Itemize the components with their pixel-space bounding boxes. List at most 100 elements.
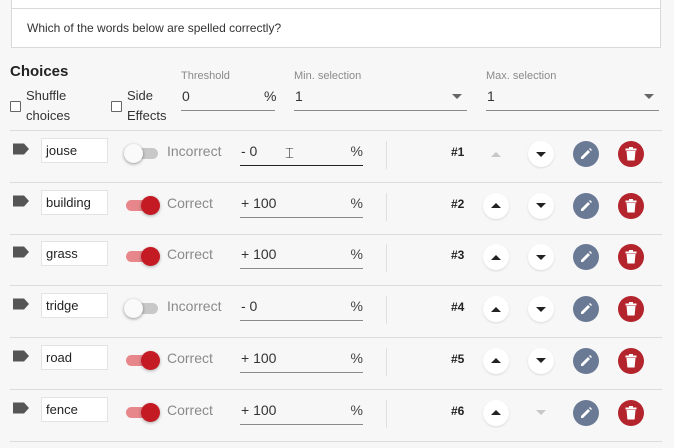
side-effects-checkbox[interactable]: Side Effects bbox=[111, 86, 181, 126]
choice-row: jouse Incorrect - 0 % ⌶ #1 bbox=[10, 131, 662, 183]
delete-button[interactable] bbox=[618, 192, 644, 219]
choice-row: grass Correct + 100 % #3 bbox=[10, 234, 662, 287]
tag-icon bbox=[13, 402, 29, 413]
threshold-value[interactable]: 0 bbox=[182, 88, 190, 104]
pencil-icon bbox=[581, 303, 592, 315]
correct-toggle[interactable] bbox=[124, 246, 160, 267]
toggle-thumb[interactable] bbox=[141, 350, 160, 370]
move-down-button[interactable] bbox=[528, 296, 554, 323]
move-down-button[interactable] bbox=[528, 347, 554, 374]
choice-word-input[interactable]: fence bbox=[41, 396, 108, 422]
column-divider bbox=[386, 244, 387, 273]
column-divider bbox=[386, 347, 387, 376]
max-selection-label: Max. selection bbox=[486, 70, 557, 82]
choice-word-input[interactable]: grass bbox=[41, 241, 108, 267]
pencil-icon bbox=[581, 406, 592, 418]
score-value[interactable]: + 100 bbox=[241, 195, 276, 211]
choice-word-input[interactable]: jouse bbox=[41, 138, 108, 163]
correct-toggle[interactable] bbox=[124, 298, 160, 319]
pencil-icon bbox=[581, 199, 592, 211]
text-cursor-icon: ⌶ bbox=[285, 144, 295, 162]
move-down-button[interactable] bbox=[528, 244, 554, 271]
delete-button[interactable] bbox=[618, 399, 644, 426]
score-input[interactable]: + 100 % bbox=[240, 400, 363, 427]
shuffle-choices-checkbox[interactable]: Shuffle choices bbox=[10, 86, 80, 126]
edit-button[interactable] bbox=[573, 244, 599, 271]
choice-word-input[interactable]: road bbox=[41, 344, 108, 370]
score-input[interactable]: - 0 % bbox=[240, 296, 363, 323]
toggle-thumb[interactable] bbox=[141, 402, 160, 422]
score-unit: % bbox=[350, 298, 363, 315]
max-selection-underline bbox=[486, 110, 659, 111]
correct-toggle[interactable] bbox=[124, 402, 160, 422]
shuffle-checkbox-box[interactable] bbox=[10, 101, 21, 112]
correctness-label: Correct bbox=[167, 349, 213, 366]
score-value[interactable]: + 100 bbox=[241, 246, 276, 262]
trash-icon bbox=[625, 250, 637, 264]
edit-button[interactable] bbox=[573, 399, 599, 426]
shuffle-choices-label: Shuffle choices bbox=[26, 88, 71, 123]
score-underline bbox=[240, 423, 363, 425]
move-down-button[interactable] bbox=[528, 400, 554, 426]
tag-icon bbox=[13, 195, 29, 207]
choice-word-input[interactable]: building bbox=[41, 189, 108, 215]
toggle-thumb[interactable] bbox=[141, 247, 160, 267]
score-underline bbox=[240, 268, 363, 270]
edit-button[interactable] bbox=[573, 347, 599, 374]
correct-toggle[interactable] bbox=[124, 143, 160, 163]
side-effects-label: Side Effects bbox=[127, 88, 167, 123]
chevron-down-icon[interactable] bbox=[452, 94, 462, 99]
column-divider bbox=[386, 192, 387, 221]
score-underline bbox=[240, 216, 363, 218]
move-down-button[interactable] bbox=[528, 192, 554, 219]
edit-button[interactable] bbox=[573, 141, 599, 167]
choice-number: #2 bbox=[451, 196, 465, 211]
delete-button[interactable] bbox=[618, 347, 644, 374]
score-input[interactable]: + 100 % bbox=[240, 348, 363, 375]
delete-button[interactable] bbox=[618, 141, 644, 167]
move-up-button[interactable] bbox=[483, 244, 509, 271]
score-value[interactable]: - 0 bbox=[241, 143, 257, 159]
threshold-unit: % bbox=[264, 88, 277, 104]
move-up-button[interactable] bbox=[483, 347, 509, 374]
row-divider bbox=[10, 440, 662, 442]
correct-toggle[interactable] bbox=[124, 195, 160, 215]
max-selection-value[interactable]: 1 bbox=[487, 88, 495, 104]
score-value[interactable]: + 100 bbox=[241, 402, 276, 418]
tag-icon bbox=[13, 350, 29, 362]
arrow-down-icon bbox=[536, 151, 546, 157]
arrow-down-icon bbox=[536, 306, 546, 312]
move-up-button[interactable] bbox=[483, 296, 509, 323]
arrow-down-icon bbox=[536, 410, 546, 415]
move-up-button[interactable] bbox=[483, 192, 509, 219]
pencil-icon bbox=[581, 251, 592, 263]
chevron-down-icon[interactable] bbox=[644, 94, 654, 99]
choice-number: #6 bbox=[451, 403, 465, 418]
trash-icon bbox=[625, 405, 637, 419]
score-value[interactable]: - 0 bbox=[241, 298, 257, 314]
move-up-button[interactable] bbox=[483, 399, 509, 426]
toggle-thumb[interactable] bbox=[124, 299, 143, 319]
toggle-thumb[interactable] bbox=[124, 144, 143, 163]
correct-toggle[interactable] bbox=[124, 350, 160, 370]
choice-number: #4 bbox=[451, 300, 465, 315]
side-effects-checkbox-box[interactable] bbox=[111, 101, 122, 112]
score-unit: % bbox=[350, 401, 363, 418]
trash-icon bbox=[625, 198, 637, 213]
toggle-thumb[interactable] bbox=[141, 195, 160, 215]
move-down-button[interactable] bbox=[528, 141, 554, 167]
score-input[interactable]: + 100 % bbox=[240, 244, 363, 271]
score-value[interactable]: + 100 bbox=[241, 350, 276, 366]
delete-button[interactable] bbox=[618, 296, 644, 323]
threshold-label: Threshold bbox=[181, 70, 230, 82]
choice-word-input[interactable]: tridge bbox=[41, 293, 108, 319]
edit-button[interactable] bbox=[573, 296, 599, 323]
score-input[interactable]: - 0 % ⌶ bbox=[240, 141, 363, 168]
arrow-up-icon bbox=[491, 410, 501, 415]
min-selection-value[interactable]: 1 bbox=[295, 88, 303, 104]
score-input[interactable]: + 100 % bbox=[240, 193, 363, 220]
arrow-up-icon bbox=[491, 151, 501, 157]
delete-button[interactable] bbox=[618, 244, 644, 271]
move-up-button[interactable] bbox=[483, 141, 509, 167]
edit-button[interactable] bbox=[573, 192, 599, 219]
